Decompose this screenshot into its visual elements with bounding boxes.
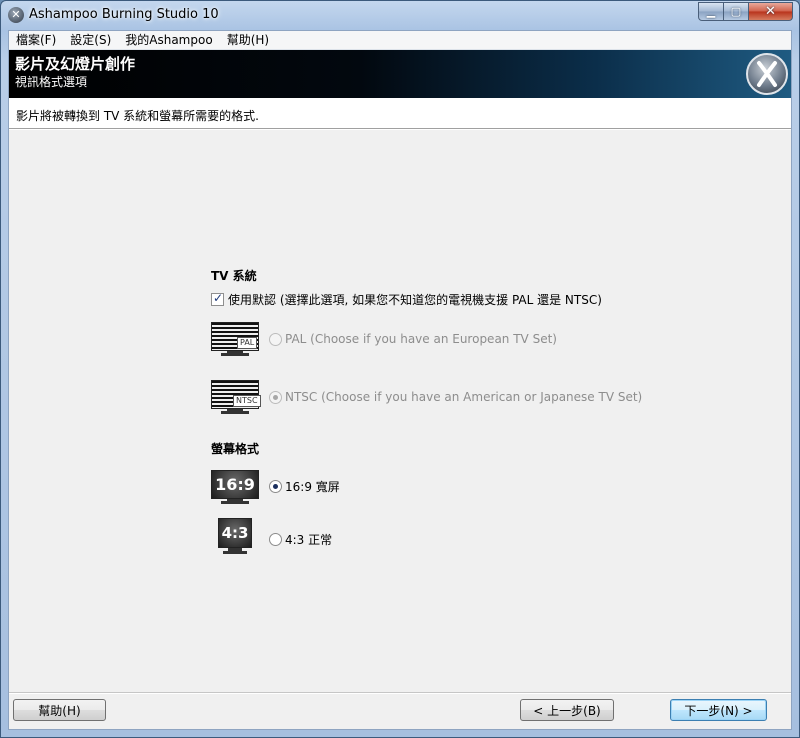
description-bar: 影片將被轉換到 TV 系統和螢幕所需要的格式.: [9, 98, 791, 128]
menu-settings[interactable]: 設定(S): [63, 31, 118, 49]
maximize-icon: ▢: [730, 5, 742, 18]
menu-my-ashampoo[interactable]: 我的Ashampoo: [118, 31, 219, 49]
standard-badge: 4:3: [218, 518, 252, 548]
widescreen-label: 16:9 寬屏: [285, 480, 340, 494]
ntsc-tv-icon: NTSC: [211, 380, 261, 414]
app-window: ✕ Ashampoo Burning Studio 10 ▁ ▢ ✕ 檔案(F)…: [0, 0, 800, 738]
description-text: 影片將被轉換到 TV 系統和螢幕所需要的格式.: [16, 109, 259, 123]
help-button[interactable]: 幫助(H): [13, 699, 106, 721]
menu-bar: 檔案(F) 設定(S) 我的Ashampoo 幫助(H): [9, 31, 791, 50]
widescreen-radio[interactable]: [269, 480, 282, 493]
app-icon[interactable]: ✕: [8, 7, 24, 23]
checkmark-icon: ✓: [213, 291, 224, 305]
close-icon: ✕: [765, 4, 776, 19]
standard-tv-icon: 4:3: [218, 518, 252, 554]
pal-tv-icon: PAL: [211, 322, 259, 356]
window-controls: ▁ ▢ ✕: [698, 2, 793, 21]
use-default-checkbox-row[interactable]: ✓ 使用默認 (選擇此選項, 如果您不知道您的電視機支援 PAL 還是 NTSC…: [211, 291, 602, 308]
ntsc-option[interactable]: NTSC (Choose if you have an American or …: [269, 390, 642, 404]
next-button[interactable]: 下一步(N) >: [670, 699, 767, 721]
pal-option[interactable]: PAL (Choose if you have an European TV S…: [269, 332, 557, 346]
ntsc-label: NTSC (Choose if you have an American or …: [285, 390, 643, 404]
widescreen-option[interactable]: 16:9 寬屏: [269, 478, 340, 495]
menu-help[interactable]: 幫助(H): [220, 31, 276, 49]
ntsc-badge: NTSC: [233, 395, 261, 407]
use-default-checkbox[interactable]: ✓: [211, 291, 224, 306]
widescreen-badge: 16:9: [211, 470, 259, 499]
minimize-icon: ▁: [706, 5, 716, 18]
close-button[interactable]: ✕: [749, 2, 793, 21]
menu-file[interactable]: 檔案(F): [9, 31, 63, 49]
minimize-button[interactable]: ▁: [698, 2, 724, 21]
banner-title: 影片及幻燈片創作: [15, 55, 136, 73]
standard-option[interactable]: 4:3 正常: [269, 531, 332, 548]
title-bar[interactable]: ✕ Ashampoo Burning Studio 10 ▁ ▢ ✕: [1, 1, 799, 29]
standard-label: 4:3 正常: [285, 533, 333, 547]
screen-format-heading: 螢幕格式: [211, 442, 260, 456]
ashampoo-logo-icon: [746, 53, 788, 95]
pal-radio[interactable]: [269, 332, 282, 346]
header-banner: 影片及幻燈片創作 視訊格式選項: [9, 50, 791, 98]
pal-badge: PAL: [237, 337, 258, 349]
pal-label: PAL (Choose if you have an European TV S…: [285, 332, 557, 346]
ntsc-radio[interactable]: [269, 390, 282, 404]
standard-radio[interactable]: [269, 533, 282, 546]
widescreen-tv-icon: 16:9: [211, 470, 259, 504]
window-title: Ashampoo Burning Studio 10: [29, 7, 219, 22]
divider: [9, 693, 791, 694]
divider: [9, 129, 791, 130]
use-default-label: 使用默認 (選擇此選項, 如果您不知道您的電視機支援 PAL 還是 NTSC): [228, 293, 602, 307]
client-area: 檔案(F) 設定(S) 我的Ashampoo 幫助(H) 影片及幻燈片創作 視訊…: [8, 30, 792, 730]
tv-system-heading: TV 系統: [211, 269, 257, 283]
back-button[interactable]: < 上一步(B): [520, 699, 614, 721]
maximize-button[interactable]: ▢: [724, 2, 749, 21]
banner-subtitle: 視訊格式選項: [15, 75, 88, 89]
